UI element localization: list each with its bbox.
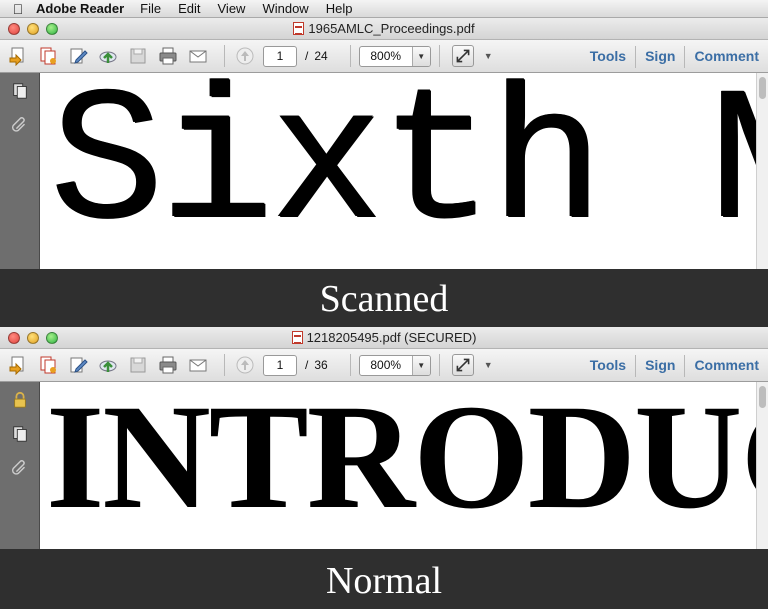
toolbar-divider xyxy=(438,45,440,67)
fit-expand-icon[interactable] xyxy=(451,354,474,376)
window-title: 1218205495.pdf (SECURED) xyxy=(0,330,768,345)
save-icon[interactable] xyxy=(126,354,150,376)
menu-bar:  Adobe Reader File Edit View Window Hel… xyxy=(0,0,768,18)
title-bar[interactable]: 1218205495.pdf (SECURED) xyxy=(0,327,768,349)
chevron-down-icon[interactable]: ▼ xyxy=(411,46,430,66)
menu-view[interactable]: View xyxy=(218,1,246,16)
lock-icon[interactable] xyxy=(10,390,30,410)
toolbar-overflow-icon[interactable]: ▼ xyxy=(484,360,493,370)
document-page[interactable]: INTRODUC xyxy=(40,382,756,549)
toolbar-divider xyxy=(349,354,351,376)
normal-document-text: INTRODUC xyxy=(46,382,756,540)
caption-scanned: Scanned xyxy=(319,278,449,320)
fit-expand-icon[interactable] xyxy=(451,45,474,67)
email-icon[interactable] xyxy=(186,45,210,67)
attachment-icon[interactable] xyxy=(10,115,30,135)
sign-button[interactable]: Sign xyxy=(636,40,684,73)
edit-icon[interactable] xyxy=(66,45,90,67)
vertical-scrollbar[interactable] xyxy=(756,73,768,269)
comment-button[interactable]: Comment xyxy=(685,349,768,382)
sign-button[interactable]: Sign xyxy=(636,349,684,382)
scanned-document-text: Sixth M xyxy=(50,73,756,269)
reader-window-scanned: 1965AMLC_Proceedings.pdf 1 / 24 800% ▼ ▼ … xyxy=(0,18,768,269)
document-area: INTRODUC xyxy=(0,382,768,549)
caption-normal: Normal xyxy=(325,560,443,602)
apple-icon[interactable]:  xyxy=(0,1,36,17)
tools-button[interactable]: Tools xyxy=(581,40,635,73)
menu-app-name[interactable]: Adobe Reader xyxy=(36,1,124,16)
create-pdf-icon[interactable] xyxy=(6,354,30,376)
pdf-file-icon xyxy=(291,331,303,344)
window-title: 1965AMLC_Proceedings.pdf xyxy=(0,21,768,36)
page-number-input[interactable]: 1 xyxy=(263,354,297,376)
reader-window-normal: 1218205495.pdf (SECURED) 1 / 36 800% ▼ ▼ … xyxy=(0,327,768,549)
title-bar[interactable]: 1965AMLC_Proceedings.pdf xyxy=(0,18,768,40)
navigation-panel xyxy=(0,382,40,549)
zoom-select[interactable]: 800% ▼ xyxy=(358,354,431,376)
email-icon[interactable] xyxy=(186,354,210,376)
toolbar-divider xyxy=(438,354,440,376)
page-total: 24 xyxy=(314,49,328,63)
pages-icon[interactable] xyxy=(10,424,30,444)
toolbar: 1 / 24 800% ▼ ▼ Tools Sign Comment xyxy=(0,40,768,73)
pdf-file-icon xyxy=(293,22,305,35)
combine-icon[interactable] xyxy=(36,45,60,67)
document-page[interactable]: Sixth M xyxy=(40,73,756,269)
menu-window[interactable]: Window xyxy=(262,1,308,16)
page-number-input[interactable]: 1 xyxy=(263,45,297,67)
scrollbar-thumb[interactable] xyxy=(759,386,766,408)
chevron-down-icon[interactable]: ▼ xyxy=(411,355,430,375)
previous-page-icon[interactable] xyxy=(233,354,257,376)
upload-icon[interactable] xyxy=(96,45,120,67)
page-total: 36 xyxy=(314,358,328,372)
document-area: Sixth M xyxy=(0,73,768,269)
combine-icon[interactable] xyxy=(36,354,60,376)
print-icon[interactable] xyxy=(156,45,180,67)
save-icon[interactable] xyxy=(126,45,150,67)
upload-icon[interactable] xyxy=(96,354,120,376)
previous-page-icon[interactable] xyxy=(233,45,257,67)
print-icon[interactable] xyxy=(156,354,180,376)
menu-edit[interactable]: Edit xyxy=(178,1,200,16)
menu-file[interactable]: File xyxy=(140,1,161,16)
tools-button[interactable]: Tools xyxy=(581,349,635,382)
toolbar-overflow-icon[interactable]: ▼ xyxy=(484,51,493,61)
page-separator: / xyxy=(305,358,309,372)
toolbar-divider xyxy=(224,354,225,376)
toolbar: 1 / 36 800% ▼ ▼ Tools Sign Comment xyxy=(0,349,768,382)
menu-help[interactable]: Help xyxy=(326,1,353,16)
zoom-select[interactable]: 800% ▼ xyxy=(358,45,431,67)
pages-icon[interactable] xyxy=(10,81,30,101)
toolbar-divider xyxy=(349,45,351,67)
page-separator: / xyxy=(305,49,309,63)
create-pdf-icon[interactable] xyxy=(6,45,30,67)
scrollbar-thumb[interactable] xyxy=(759,77,766,99)
edit-icon[interactable] xyxy=(66,354,90,376)
attachment-icon[interactable] xyxy=(10,458,30,478)
toolbar-divider xyxy=(224,45,225,67)
comment-button[interactable]: Comment xyxy=(685,40,768,73)
navigation-panel xyxy=(0,73,40,269)
vertical-scrollbar[interactable] xyxy=(756,382,768,549)
